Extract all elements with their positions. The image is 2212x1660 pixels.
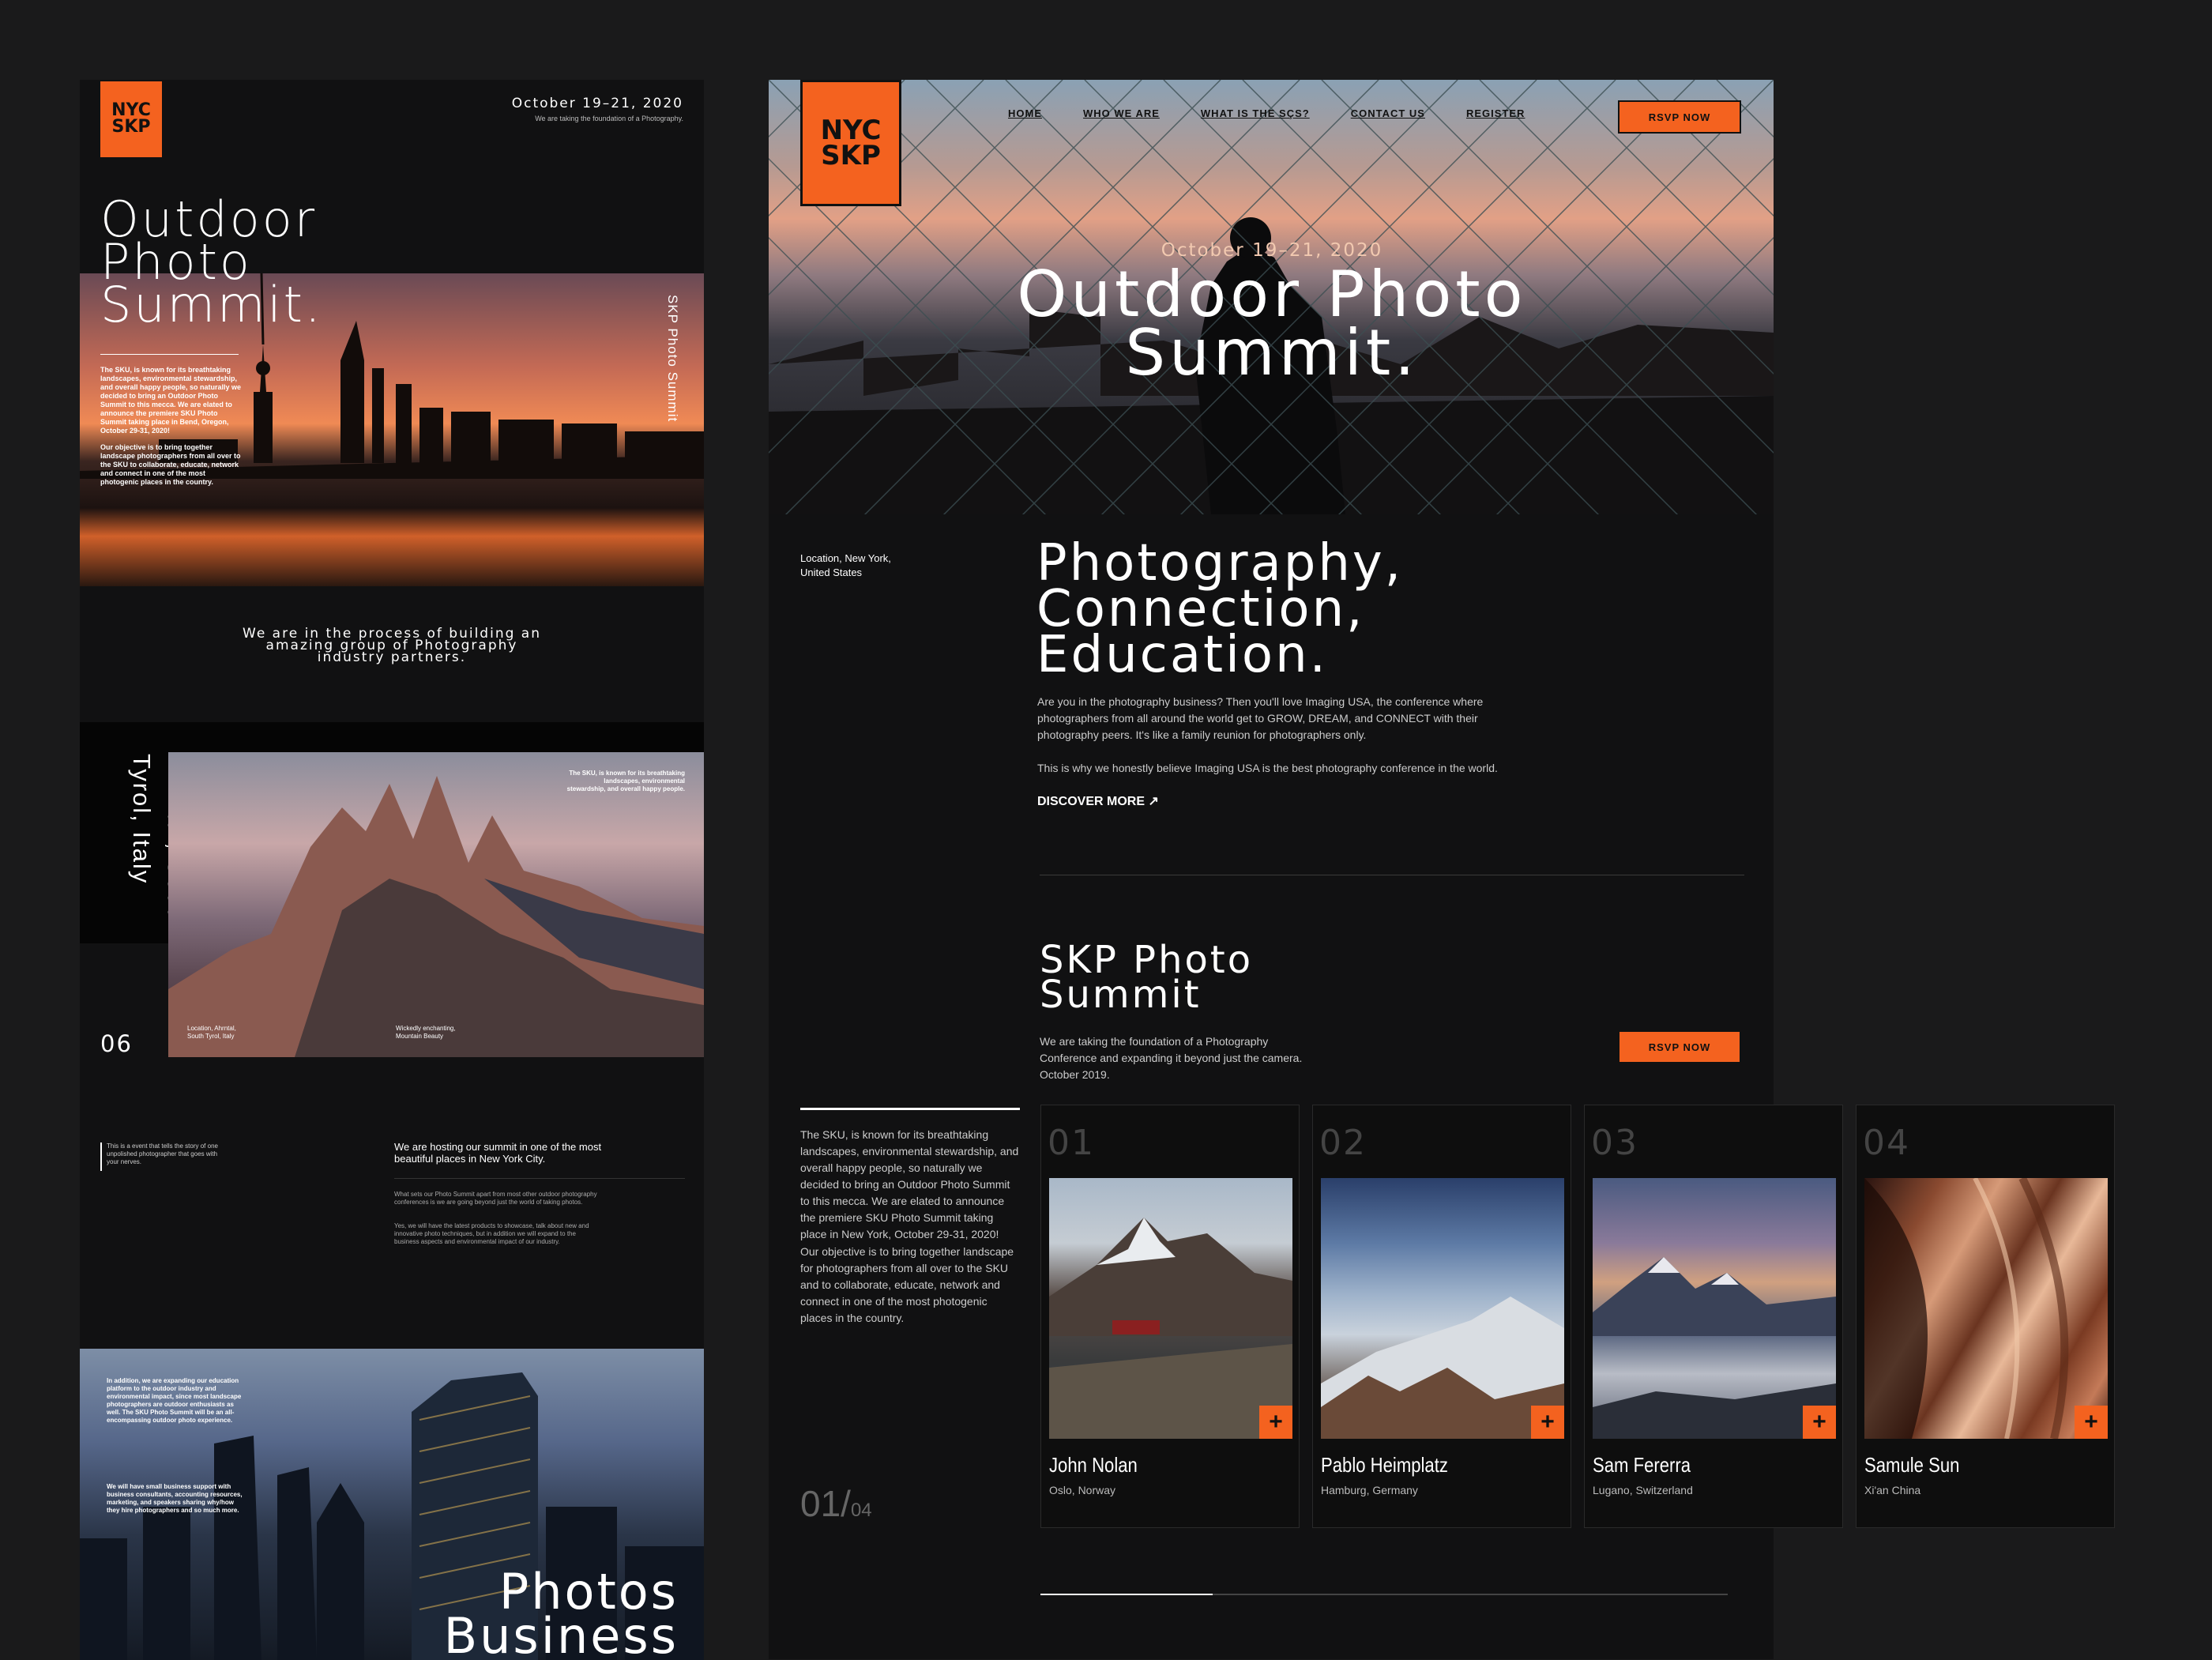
photos-business-title: Photos Business xyxy=(443,1568,679,1660)
event-date-sub: We are taking the foundation of a Photog… xyxy=(535,115,683,122)
speakers-intro-rule xyxy=(800,1108,1020,1110)
about-heading: Photography, Connection, Education. xyxy=(1036,538,1403,684)
logo[interactable]: NYC SKP xyxy=(100,81,162,157)
hero-title-line3: Summit. xyxy=(100,276,323,333)
speakers-pagination: 01/04 xyxy=(800,1482,872,1525)
hero-title: Outdoor Photo Summit. xyxy=(100,195,323,333)
about-p1: Are you in the photography business? The… xyxy=(1037,695,1484,741)
summit-rsvp-button[interactable]: RSVP NOW xyxy=(1618,1030,1741,1063)
discover-more-link[interactable]: DISCOVER MORE ↗ xyxy=(1037,793,1159,809)
left-panel: NYC SKP October 19–21, 2020 We are takin… xyxy=(80,80,704,1660)
nav-bar: HOME WHO WE ARE WHAT IS THE SÇS? CONTACT… xyxy=(1008,107,1525,119)
mountain-caption: The SKU, is known for its breathtaking l… xyxy=(566,770,685,792)
nav-register[interactable]: REGISTER xyxy=(1466,107,1525,119)
hero-main-title-line1: Outdoor Photo xyxy=(1017,258,1527,331)
hero-main-title: Outdoor Photo Summit. xyxy=(869,258,1675,390)
summit-title-line2: Summit xyxy=(1040,973,1202,1017)
main-logo-line2: SKP xyxy=(821,140,881,171)
speaker-place: Xi'an China xyxy=(1864,1484,1921,1496)
mountain-shape xyxy=(168,776,704,1057)
speaker-number: 01 xyxy=(1048,1123,1095,1163)
speaker-number: 04 xyxy=(1863,1123,1910,1163)
intro-text: The SKU, is known for its breathtaking l… xyxy=(100,366,243,487)
caption-location: Location, Ahrntal, South Tyrol, Italy xyxy=(187,1025,236,1040)
vertical-label: SKP Photo Summit xyxy=(665,295,680,423)
logo-line2: SKP xyxy=(111,117,151,137)
peaks-shape xyxy=(1593,1257,1836,1439)
hosting-p1: What sets our Photo Summit apart from mo… xyxy=(394,1191,597,1206)
speaker-card[interactable]: 04 + Samule Sun Xi'an China xyxy=(1856,1105,2115,1528)
hosting-divider xyxy=(394,1178,685,1179)
event-date: October 19–21, 2020 xyxy=(511,96,683,111)
caption-beauty: Wickedly enchanting, Mountain Beauty xyxy=(396,1025,456,1040)
mountain-image: The SKU, is known for its breathtaking l… xyxy=(168,752,704,1057)
speaker-photo-alps xyxy=(1321,1178,1564,1439)
pagination-total: 04 xyxy=(850,1500,872,1521)
lofoten-shape xyxy=(1049,1218,1292,1439)
story-marker xyxy=(100,1142,102,1171)
canyon-shape xyxy=(1864,1178,2069,1439)
speaker-name: Sam Fererra xyxy=(1593,1453,1691,1477)
business-line: Business xyxy=(443,1607,679,1660)
hero-main-title-line2: Summit. xyxy=(1125,316,1419,390)
summit-desc: We are taking the foundation of a Photog… xyxy=(1040,1035,1303,1081)
speaker-photo-canyon xyxy=(1864,1178,2108,1439)
speaker-card[interactable]: 03 + Sam Fererra Lugano, Switzerland xyxy=(1584,1105,1843,1528)
speaker-place: Lugano, Switzerland xyxy=(1593,1484,1693,1496)
alps-shape xyxy=(1321,1297,1564,1439)
about-heading-line3: Education. xyxy=(1036,626,1328,684)
story-text: This is a event that tells the story of … xyxy=(107,1142,218,1165)
carousel-progress-fill xyxy=(1040,1594,1213,1595)
speaker-add-button[interactable]: + xyxy=(1803,1406,1836,1439)
main-logo[interactable]: NYC SKP xyxy=(800,80,901,206)
city-night-image: In addition, we are expanding our educat… xyxy=(80,1349,704,1660)
speaker-card[interactable]: 02 + Pablo Heimplatz Hamburg, Germany xyxy=(1312,1105,1571,1528)
hosting-title: We are hosting our summit in one of the … xyxy=(394,1141,602,1165)
speaker-name: Samule Sun xyxy=(1864,1453,1960,1477)
speaker-number: 03 xyxy=(1591,1123,1638,1163)
speakers-intro-p1: The SKU, is known for its breathtaking l… xyxy=(800,1128,1019,1240)
nav-what-is[interactable]: WHAT IS THE SÇS? xyxy=(1201,107,1310,119)
speakers-intro-p2: Our objective is to bring together lands… xyxy=(800,1245,1014,1324)
title-divider xyxy=(100,354,239,355)
speaker-number: 02 xyxy=(1319,1123,1367,1163)
nav-home[interactable]: HOME xyxy=(1008,107,1042,119)
intro-p1: The SKU, is known for its breathtaking l… xyxy=(100,366,242,435)
partners-text: We are in the process of building an ama… xyxy=(243,626,541,665)
speaker-name: Pablo Heimplatz xyxy=(1321,1453,1448,1477)
nav-who-we-are[interactable]: WHO WE ARE xyxy=(1083,107,1160,119)
speaker-photo-lofoten xyxy=(1049,1178,1292,1439)
speaker-place: Oslo, Norway xyxy=(1049,1484,1116,1496)
slide-number: 06 xyxy=(100,1030,133,1057)
city-p2: We will have small business support with… xyxy=(107,1483,243,1514)
speaker-add-button[interactable]: + xyxy=(1531,1406,1564,1439)
intro-p2: Our objective is to bring together lands… xyxy=(100,443,241,486)
about-location: Location, New York, United States xyxy=(800,552,891,578)
pagination-current: 01/ xyxy=(800,1483,851,1524)
speaker-add-button[interactable]: + xyxy=(2075,1406,2108,1439)
speaker-photo-clouds xyxy=(1593,1178,1836,1439)
nav-contact-us[interactable]: CONTACT US xyxy=(1351,107,1425,119)
summit-title: SKP Photo Summit xyxy=(1040,941,1253,1017)
carousel-progress-track[interactable] xyxy=(1040,1594,1728,1595)
speaker-place: Hamburg, Germany xyxy=(1321,1484,1418,1496)
speaker-add-button[interactable]: + xyxy=(1259,1406,1292,1439)
nav-rsvp-button[interactable]: RSVP NOW xyxy=(1618,100,1741,134)
speaker-name: John Nolan xyxy=(1049,1453,1138,1477)
speaker-card[interactable]: 01 + John Nolan Oslo, Norway xyxy=(1040,1105,1300,1528)
about-p2: This is why we honestly believe Imaging … xyxy=(1037,762,1498,774)
hosting-p2: Yes, we will have the latest products to… xyxy=(394,1222,589,1245)
city-p1: In addition, we are expanding our educat… xyxy=(107,1377,242,1424)
